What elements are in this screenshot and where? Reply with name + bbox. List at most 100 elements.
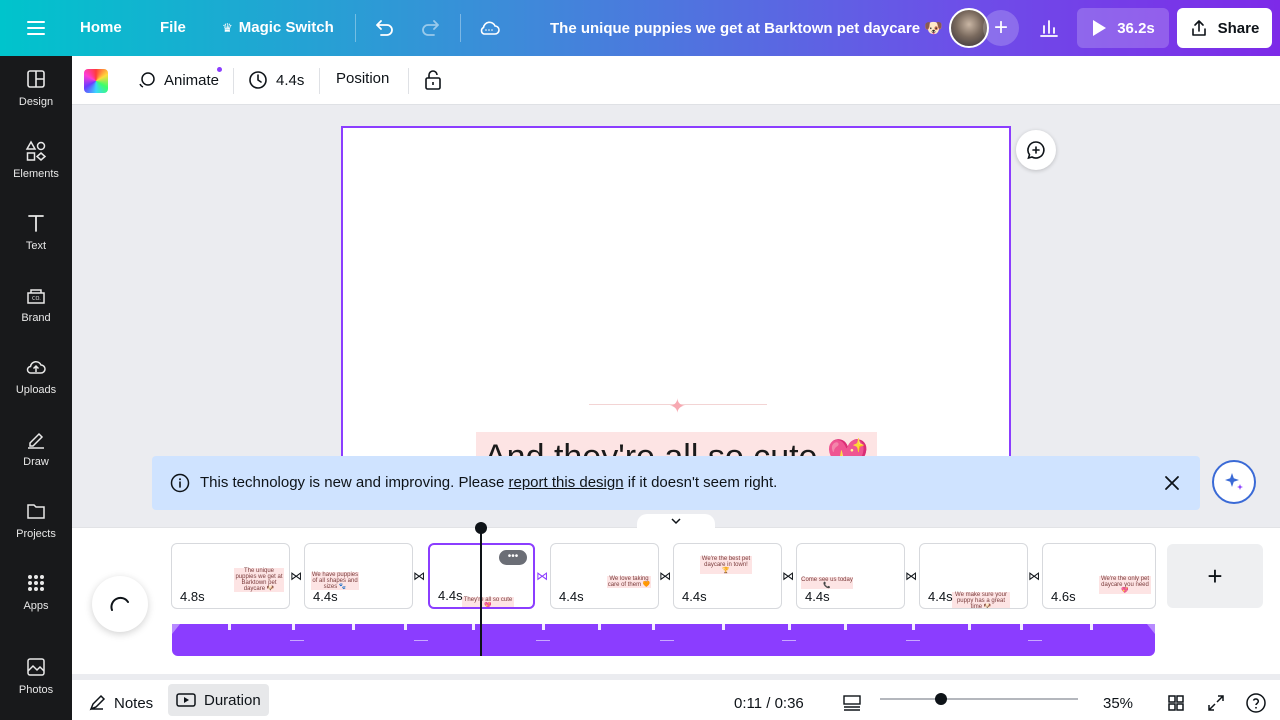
add-page-button[interactable]: + bbox=[1167, 544, 1263, 608]
photos-icon bbox=[27, 658, 45, 676]
position-button[interactable]: Position bbox=[336, 70, 389, 87]
divider bbox=[355, 14, 356, 42]
design-title[interactable]: The unique puppies we get at Barktown pe… bbox=[550, 19, 943, 37]
transition-icon[interactable]: ⋈ bbox=[290, 569, 302, 583]
sidebar-label: Apps bbox=[23, 600, 49, 612]
collapse-timeline-button[interactable] bbox=[637, 514, 715, 528]
page-thumbnail[interactable]: We're the only pet daycare you need 💖 4.… bbox=[1042, 543, 1156, 609]
share-label: Share bbox=[1217, 19, 1260, 37]
banner-text-after: if it doesn't seem right. bbox=[623, 474, 778, 491]
sidebar-label: Elements bbox=[13, 168, 59, 180]
grid-view-icon[interactable] bbox=[1167, 688, 1185, 718]
insights-icon[interactable] bbox=[1038, 17, 1060, 39]
transition-icon[interactable]: ⋈ bbox=[659, 569, 671, 583]
sidebar-item-photos[interactable]: Photos bbox=[0, 644, 72, 708]
help-icon[interactable] bbox=[1245, 688, 1267, 718]
invite-plus-icon[interactable]: + bbox=[983, 10, 1019, 46]
sidebar-label: Photos bbox=[18, 684, 54, 696]
transition-icon[interactable]: ⋈ bbox=[413, 569, 425, 583]
svg-text:CO.: CO. bbox=[32, 296, 41, 302]
loading-spinner bbox=[92, 576, 148, 632]
more-options-icon[interactable]: ••• bbox=[499, 550, 527, 565]
sidebar: Design Elements Text CO. Brand Uploads D… bbox=[0, 56, 72, 720]
page-duration: 4.8s bbox=[180, 589, 205, 604]
zoom-slider[interactable] bbox=[880, 698, 1078, 700]
audio-track[interactable] bbox=[172, 624, 1155, 656]
sidebar-item-design[interactable]: Design bbox=[0, 56, 72, 120]
playhead[interactable] bbox=[480, 530, 482, 656]
info-icon bbox=[170, 473, 190, 493]
page-thumbnail[interactable]: We make sure your puppy has a great time… bbox=[919, 543, 1028, 609]
spinner-icon bbox=[110, 596, 129, 611]
page-thumbnail[interactable]: We love taking care of them 🧡 4.4s bbox=[550, 543, 659, 609]
notes-button[interactable]: Notes bbox=[88, 688, 153, 718]
play-button[interactable]: 36.2s bbox=[1077, 8, 1169, 48]
animate-button[interactable]: Animate bbox=[136, 67, 222, 90]
sparkle-magic-icon bbox=[1225, 473, 1243, 490]
apps-icon bbox=[28, 575, 44, 591]
magic-switch-button[interactable]: ♛ Magic Switch bbox=[222, 19, 334, 36]
zoom-level[interactable]: 35% bbox=[1103, 688, 1133, 718]
page-thumbnail[interactable]: Come see us today 📞 4.4s bbox=[796, 543, 905, 609]
page-duration: 4.4s bbox=[682, 589, 707, 604]
add-comment-button[interactable] bbox=[1016, 130, 1056, 170]
timing-button[interactable]: 4.4s bbox=[248, 70, 304, 90]
divider bbox=[408, 68, 409, 94]
page-thumbnail[interactable]: The unique puppies we get at Barktown pe… bbox=[171, 543, 290, 609]
page-view-icon[interactable] bbox=[842, 688, 862, 718]
zoom-slider-handle[interactable] bbox=[935, 693, 947, 705]
design-icon bbox=[27, 70, 45, 88]
play-icon bbox=[1093, 20, 1107, 36]
sidebar-item-uploads[interactable]: Uploads bbox=[0, 344, 72, 408]
brand-icon: CO. bbox=[27, 289, 45, 304]
close-icon[interactable] bbox=[1162, 473, 1182, 493]
transition-icon[interactable]: ⋈ bbox=[782, 569, 794, 583]
sidebar-label: Brand bbox=[21, 312, 51, 324]
thumbnail-caption: We're the best pet daycare in town! 🏆 bbox=[700, 556, 752, 574]
audio-waveform bbox=[172, 624, 1155, 641]
undo-icon[interactable] bbox=[373, 17, 395, 39]
file-button[interactable]: File bbox=[160, 19, 186, 36]
sidebar-item-apps[interactable]: Apps bbox=[0, 560, 72, 624]
cloud-sync-icon[interactable] bbox=[477, 18, 501, 38]
thumbnail-caption: They're all so cute 💖 bbox=[462, 597, 514, 609]
banner-text-before: This technology is new and improving. Pl… bbox=[200, 474, 509, 491]
page-duration: 4.4s bbox=[313, 589, 338, 604]
transition-icon[interactable]: ⋈ bbox=[536, 569, 548, 583]
magic-assistant-button[interactable] bbox=[1212, 460, 1256, 504]
time-readout: 0:11 / 0:36 bbox=[734, 694, 804, 712]
page-thumbnail[interactable]: We're the best pet daycare in town! 🏆 4.… bbox=[673, 543, 782, 609]
share-button[interactable]: Share bbox=[1177, 8, 1272, 48]
play-duration: 36.2s bbox=[1117, 19, 1155, 37]
color-picker-swatch[interactable] bbox=[84, 69, 108, 93]
page-duration: 4.4s bbox=[805, 589, 830, 604]
lock-icon[interactable] bbox=[424, 69, 442, 91]
menu-icon[interactable] bbox=[26, 18, 46, 38]
thumbnail-caption: We love taking care of them 🧡 bbox=[607, 576, 651, 588]
animate-icon bbox=[139, 72, 155, 88]
sidebar-item-projects[interactable]: Projects bbox=[0, 488, 72, 552]
thumbnail-caption: We have puppies of all shapes and sizes … bbox=[311, 572, 359, 590]
animate-label: Animate bbox=[164, 71, 220, 89]
thumbnail-caption: We make sure your puppy has a great time… bbox=[952, 592, 1010, 608]
duration-button[interactable]: Duration bbox=[168, 684, 269, 716]
redo-icon[interactable] bbox=[420, 17, 442, 39]
home-button[interactable]: Home bbox=[80, 19, 122, 36]
sidebar-item-draw[interactable]: Draw bbox=[0, 416, 72, 480]
notes-icon bbox=[89, 694, 106, 711]
design-canvas-page[interactable]: ✦ And they're all so cute 💖 bbox=[341, 126, 1011, 466]
report-design-link[interactable]: report this design bbox=[509, 474, 624, 491]
page-thumbnail[interactable]: We have puppies of all shapes and sizes … bbox=[304, 543, 413, 609]
sidebar-item-brand[interactable]: CO. Brand bbox=[0, 272, 72, 336]
text-icon bbox=[28, 215, 44, 232]
new-dot bbox=[217, 67, 222, 72]
banner-text: This technology is new and improving. Pl… bbox=[200, 474, 777, 491]
context-toolbar: Animate 4.4s Position bbox=[72, 56, 1280, 105]
sidebar-item-elements[interactable]: Elements bbox=[0, 128, 72, 192]
transition-icon[interactable]: ⋈ bbox=[1028, 569, 1040, 583]
transition-icon[interactable]: ⋈ bbox=[905, 569, 917, 583]
top-bar: Home File ♛ Magic Switch The unique pupp… bbox=[0, 0, 1280, 56]
sidebar-item-text[interactable]: Text bbox=[0, 200, 72, 264]
fullscreen-icon[interactable] bbox=[1207, 688, 1225, 718]
playhead-handle[interactable] bbox=[475, 522, 487, 534]
